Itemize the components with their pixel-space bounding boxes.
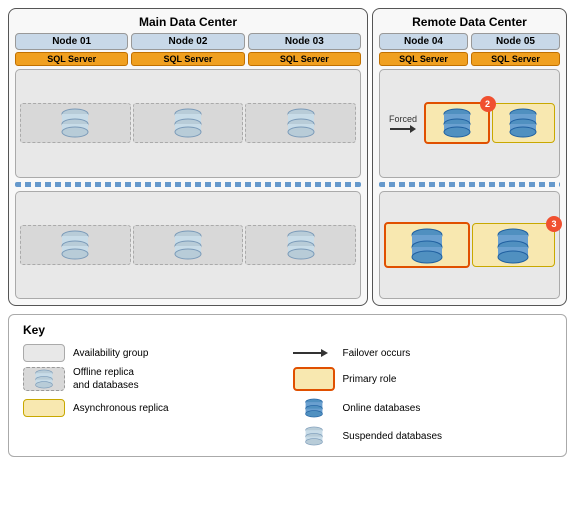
remote-dc-title: Remote Data Center — [379, 15, 560, 29]
key-item-ag: Availability group — [23, 344, 283, 362]
ag1-cell-3 — [245, 103, 356, 143]
key-failover-label: Failover occurs — [343, 348, 411, 359]
offline-db-icon-6 — [284, 228, 318, 262]
forced-arrow-area: Forced — [384, 114, 422, 133]
key-item-failover: Failover occurs — [293, 344, 553, 362]
ag-row-1 — [15, 69, 361, 178]
badge-2: 2 — [480, 96, 496, 112]
badge-3: 3 — [546, 216, 562, 232]
key-item-suspended-spacer — [23, 424, 283, 448]
node-04-label: Node 04 — [379, 33, 468, 50]
node-01-label: Node 01 — [15, 33, 128, 50]
key-offline-db-icon — [33, 368, 55, 390]
key-online-db-icon — [303, 397, 325, 419]
node-04-header: Node 04 SQL Server — [379, 33, 468, 66]
key-item-online: Online databases — [293, 396, 553, 420]
key-item-async: Asynchronous replica — [23, 396, 283, 420]
diagram-container: Main Data Center Node 01 SQL Server Node… — [0, 0, 575, 520]
key-arrow-icon — [293, 349, 335, 357]
online-db-icon-node5-row1 — [506, 106, 540, 140]
offline-db-icon-4 — [58, 228, 92, 262]
node-01-header: Node 01 SQL Server — [15, 33, 128, 66]
forced-arrow — [390, 125, 416, 133]
remote-ag2-primary-cell — [384, 222, 470, 268]
ag1-cell-2 — [133, 103, 244, 143]
key-suspended-db-icon — [303, 425, 325, 447]
ag-row-2 — [15, 191, 361, 300]
remote-separator — [379, 182, 560, 187]
remote-ag1-primary-cell: 2 — [424, 102, 490, 144]
offline-db-icon-5 — [171, 228, 205, 262]
key-async-label: Asynchronous replica — [73, 403, 169, 414]
main-nodes-row: Node 01 SQL Server Node 02 SQL Server No… — [15, 33, 361, 66]
node-03-sql: SQL Server — [248, 52, 361, 66]
key-offline-icon — [23, 367, 65, 391]
node-02-sql: SQL Server — [131, 52, 244, 66]
offline-db-icon-1 — [58, 106, 92, 140]
node-03-label: Node 03 — [248, 33, 361, 50]
node-05-sql: SQL Server — [471, 52, 560, 66]
online-db-icon-ag2-node4 — [408, 226, 446, 264]
key-suspended-label: Suspended databases — [343, 431, 443, 442]
main-diagram: Main Data Center Node 01 SQL Server Node… — [0, 0, 575, 310]
remote-dc: Remote Data Center Node 04 SQL Server No… — [372, 8, 567, 306]
key-item-suspended: Suspended databases — [293, 424, 553, 448]
offline-db-icon-3 — [284, 106, 318, 140]
remote-ag2-async-cell: 3 — [472, 223, 556, 267]
node-01-sql: SQL Server — [15, 52, 128, 66]
key-ag-label: Availability group — [73, 348, 148, 359]
ag2-cell-3 — [245, 225, 356, 265]
key-primary-label: Primary role — [343, 374, 397, 385]
key-offline-label: Offline replicaand databases — [73, 366, 139, 392]
key-suspended-icon — [293, 424, 335, 448]
main-dc: Main Data Center Node 01 SQL Server Node… — [8, 8, 368, 306]
node-05-label: Node 05 — [471, 33, 560, 50]
remote-ag1-async-cell — [492, 103, 556, 143]
ag1-cell-1 — [20, 103, 131, 143]
online-db-icon-primary — [440, 106, 474, 140]
remote-ag-row-1: Forced 2 — [379, 69, 560, 178]
node-04-sql: SQL Server — [379, 52, 468, 66]
node-02-header: Node 02 SQL Server — [131, 33, 244, 66]
node-03-header: Node 03 SQL Server — [248, 33, 361, 66]
online-db-icon-ag2-node5 — [494, 226, 532, 264]
key-primary-icon — [293, 367, 335, 391]
node-02-label: Node 02 — [131, 33, 244, 50]
remote-ag-row-2: 3 — [379, 191, 560, 300]
ag2-cell-1 — [20, 225, 131, 265]
forced-label: Forced — [389, 114, 417, 124]
key-async-icon — [23, 399, 65, 417]
key-item-primary: Primary role — [293, 366, 553, 392]
key-online-label: Online databases — [343, 403, 421, 414]
separator-between-ags — [15, 182, 361, 187]
ag2-cell-2 — [133, 225, 244, 265]
key-section: Key Availability group Failover occurs — [8, 314, 567, 457]
key-title: Key — [23, 323, 552, 337]
offline-db-icon-2 — [171, 106, 205, 140]
main-dc-title: Main Data Center — [15, 15, 361, 29]
key-online-icon — [293, 396, 335, 420]
remote-nodes-row: Node 04 SQL Server Node 05 SQL Server — [379, 33, 560, 66]
node-05-header: Node 05 SQL Server — [471, 33, 560, 66]
key-item-offline: Offline replicaand databases — [23, 366, 283, 392]
key-ag-icon — [23, 344, 65, 362]
